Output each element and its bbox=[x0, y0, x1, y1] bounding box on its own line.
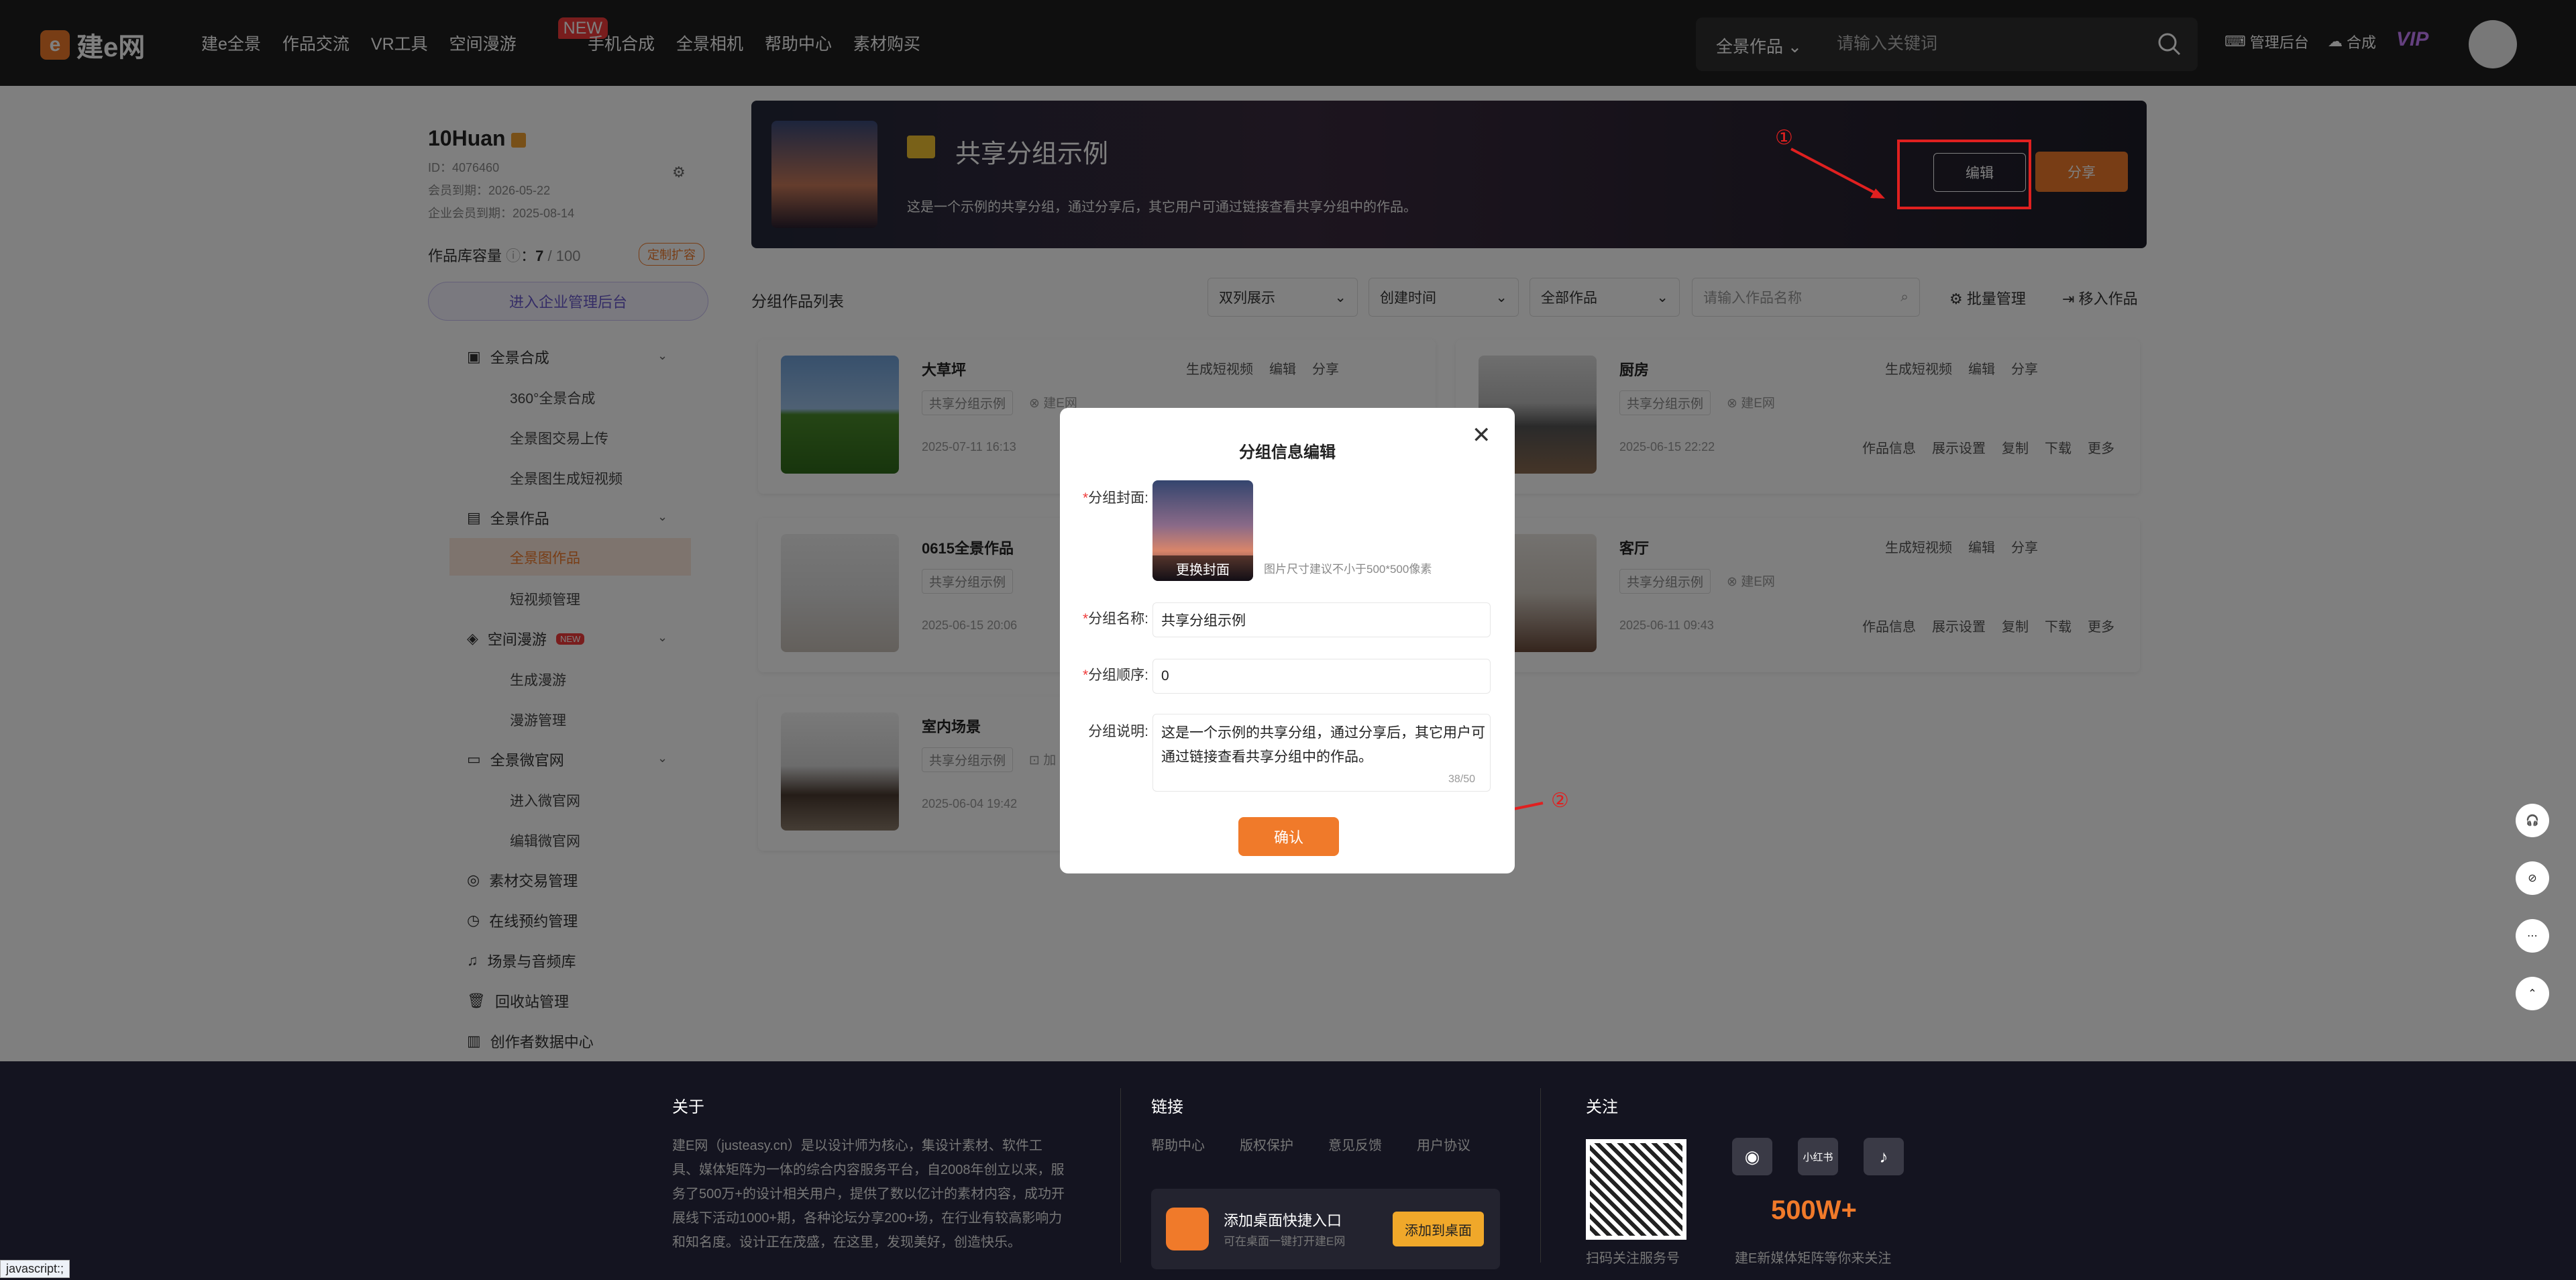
name-input[interactable]: 共享分组示例 bbox=[1152, 602, 1491, 637]
confirm-button[interactable]: 确认 bbox=[1238, 817, 1339, 856]
annotation-arrow-1 bbox=[1790, 148, 1879, 196]
annotation-box bbox=[1897, 140, 2031, 209]
cover-label-text: 分组封面: bbox=[1088, 490, 1148, 506]
order-label: *分组顺序: bbox=[1075, 664, 1148, 684]
group-edit-modal: 分组信息编辑 ✕ *分组封面: 更换封面 图片尺寸建议不小于500*500像素 … bbox=[1060, 408, 1515, 873]
order-label-text: 分组顺序: bbox=[1088, 668, 1148, 683]
required-mark: * bbox=[1082, 490, 1089, 506]
desc-textarea[interactable]: 这是一个示例的共享分组，通过分享后，其它用户可通过链接查看共享分组中的作品。 3… bbox=[1152, 714, 1491, 792]
name-label-text: 分组名称: bbox=[1088, 611, 1148, 627]
change-cover-button[interactable]: 更换封面 bbox=[1152, 555, 1253, 581]
desc-label: 分组说明: bbox=[1088, 724, 1148, 739]
order-input[interactable]: 0 bbox=[1152, 659, 1491, 694]
annotation-2: ② bbox=[1551, 790, 1569, 812]
required-mark: * bbox=[1082, 611, 1089, 627]
name-label: *分组名称: bbox=[1075, 608, 1148, 628]
modal-title: 分组信息编辑 bbox=[1239, 443, 1336, 462]
cover-hint: 图片尺寸建议不小于500*500像素 bbox=[1264, 563, 1432, 576]
desc-counter: 38/50 bbox=[1448, 774, 1476, 785]
cover-label: *分组封面: bbox=[1075, 487, 1148, 507]
cover-image[interactable]: 更换封面 bbox=[1152, 480, 1253, 581]
desc-text: 这是一个示例的共享分组，通过分享后，其它用户可通过链接查看共享分组中的作品。 bbox=[1161, 725, 1485, 765]
annotation-1: ① bbox=[1775, 127, 1793, 149]
required-mark: * bbox=[1082, 668, 1089, 683]
close-icon[interactable]: ✕ bbox=[1472, 424, 1491, 447]
